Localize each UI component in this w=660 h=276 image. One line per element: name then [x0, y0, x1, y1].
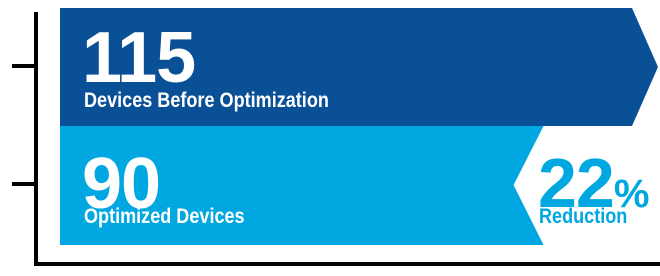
category-label-after: Optimized Devices — [84, 205, 245, 228]
reduction-chart: 115 Devices Before Optimization 90 Optim… — [0, 0, 660, 271]
category-label-before: Devices Before Optimization — [84, 89, 329, 112]
value-label-before: 115 — [82, 18, 196, 98]
reduction-label: Reduction — [539, 205, 628, 228]
